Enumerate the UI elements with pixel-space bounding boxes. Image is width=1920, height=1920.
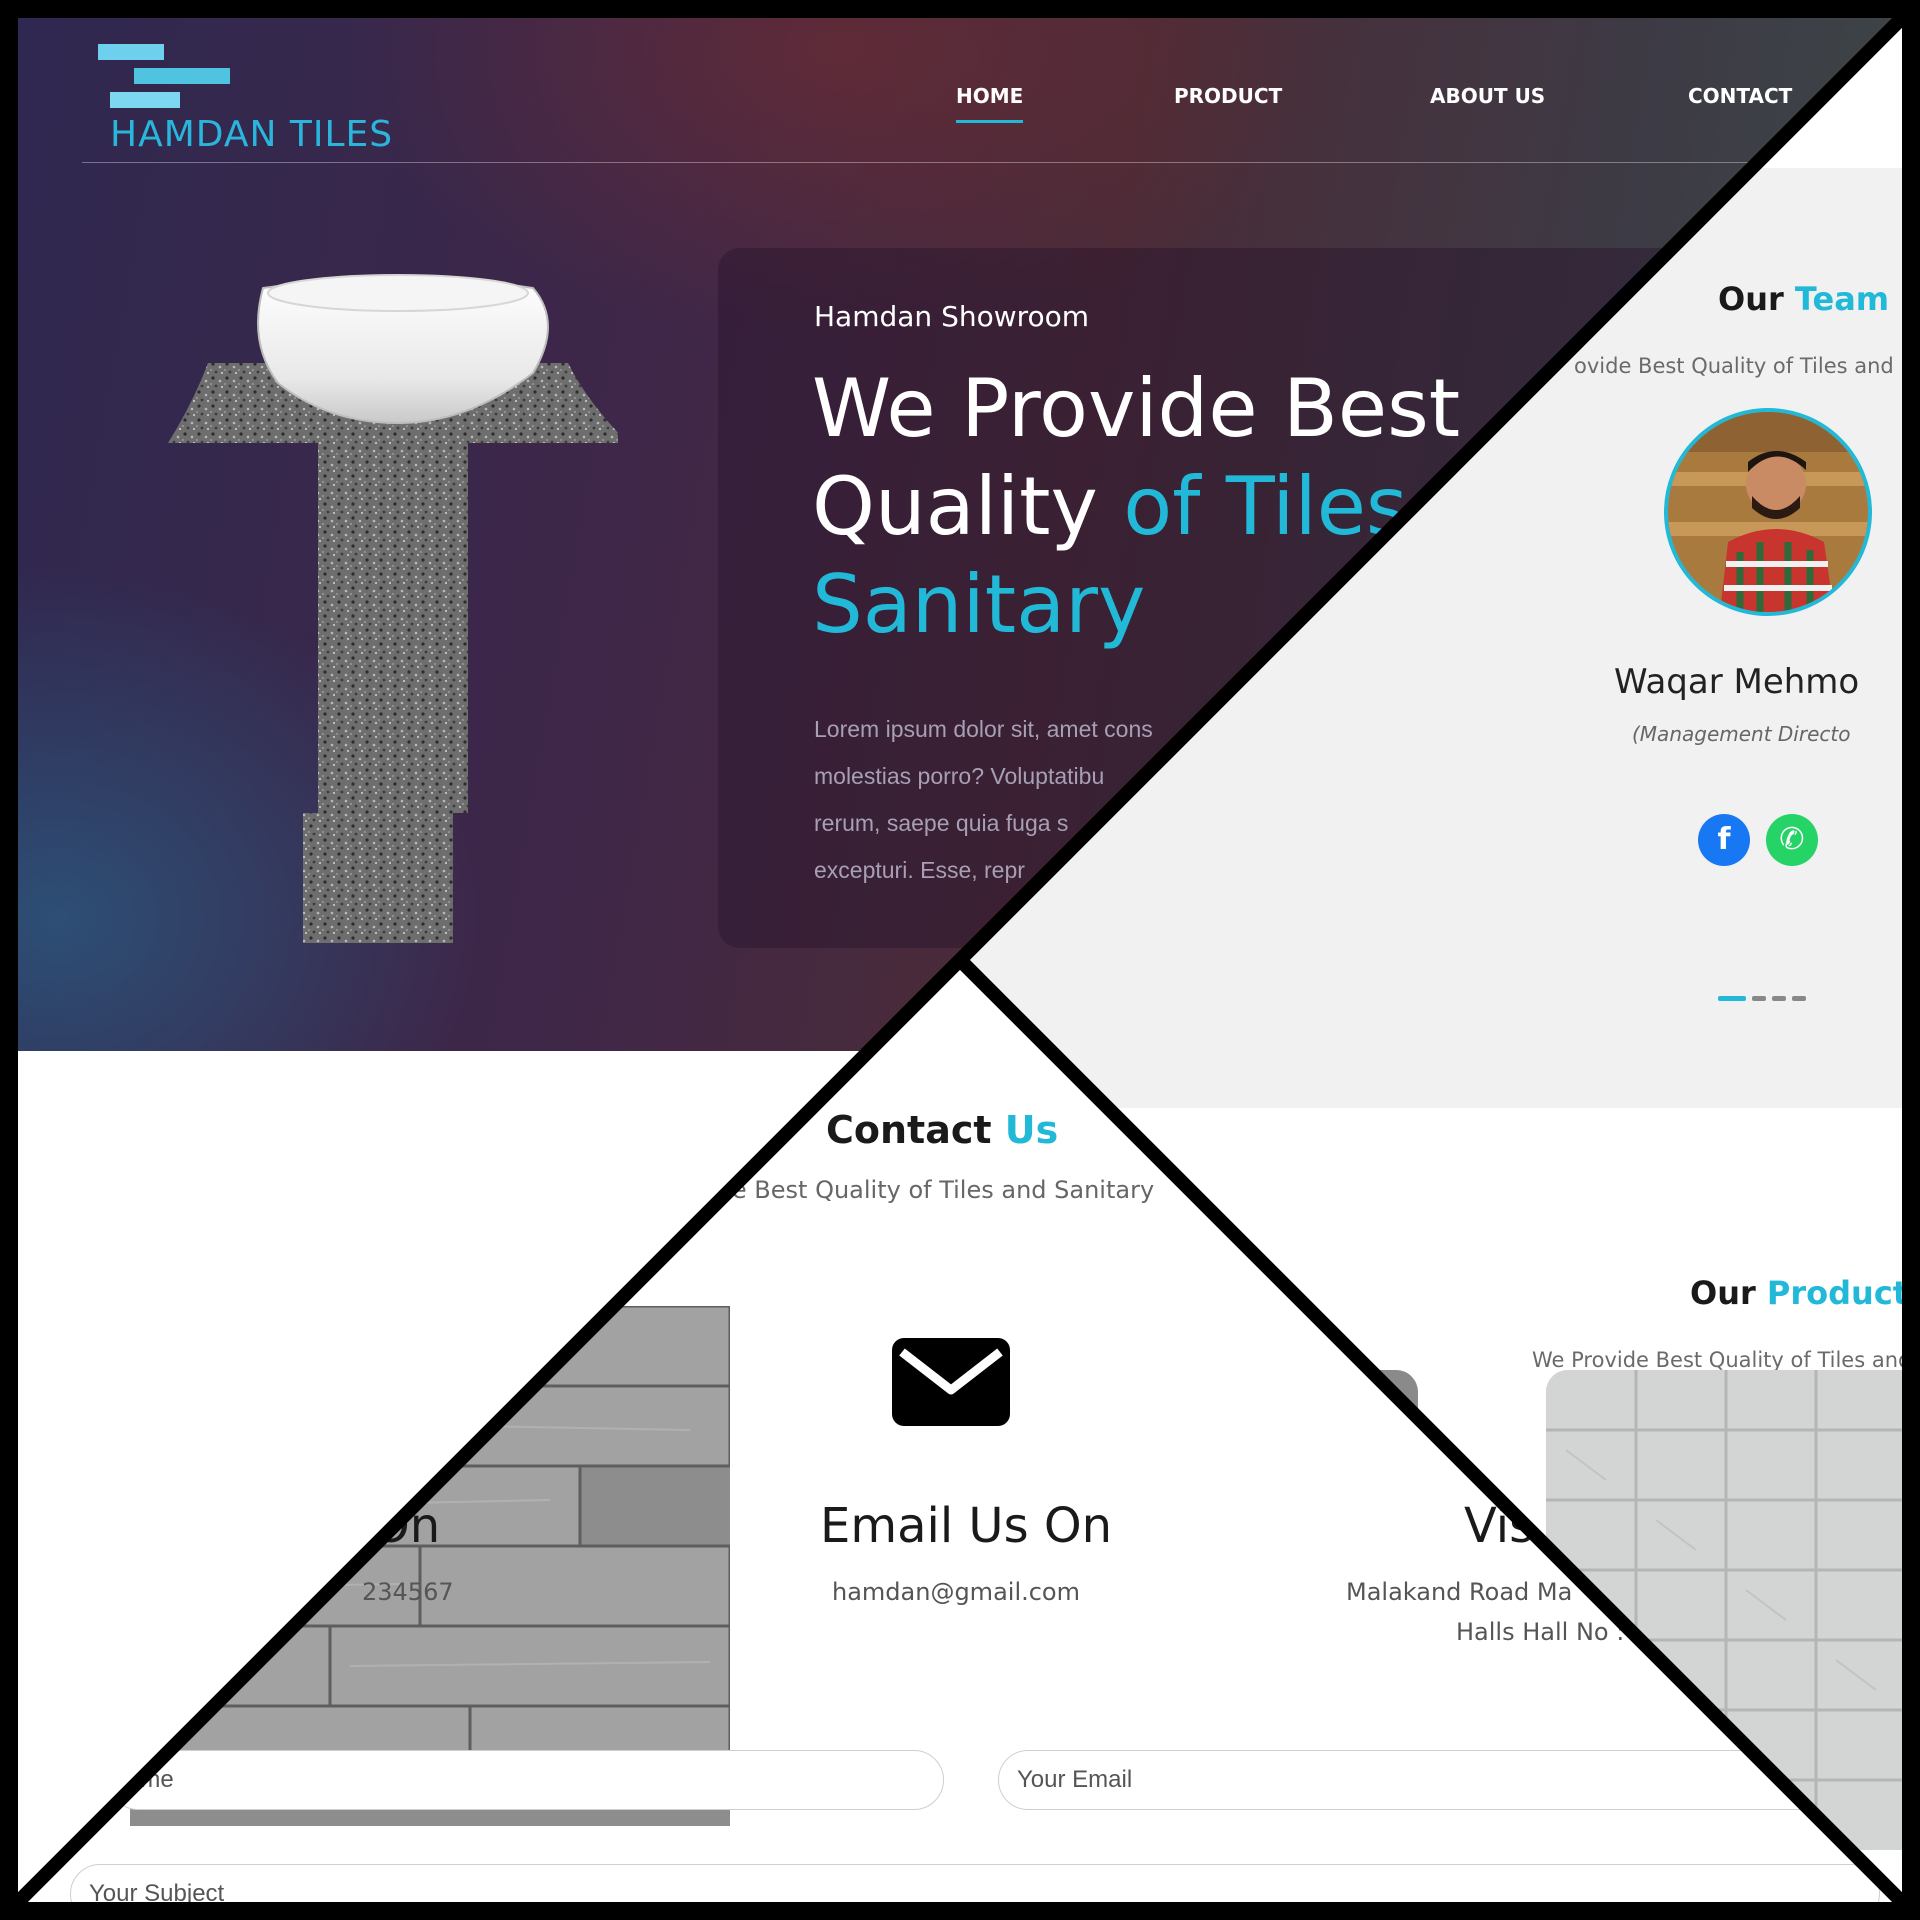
logo-mark-icon (98, 44, 230, 110)
hero-title-line-1: We Provide Best (812, 362, 1461, 455)
name-input[interactable] (108, 1750, 944, 1810)
team-heading-plain: Our (1718, 280, 1795, 318)
nav-contact[interactable]: CONTACT (1688, 84, 1792, 108)
carousel-dot-active[interactable] (1718, 996, 1746, 1001)
email-us-heading: Email Us On (820, 1498, 1113, 1554)
screenshot-collage: HAMDAN TILES HOME PRODUCT ABOUT US CONTA… (0, 0, 1920, 1920)
team-member-avatar (1664, 408, 1872, 616)
contact-heading: Contact Us (826, 1108, 1058, 1152)
email-us-value[interactable]: hamdan@gmail.com (832, 1578, 1080, 1606)
facebook-icon[interactable]: f (1698, 814, 1750, 866)
whatsapp-icon[interactable]: ✆ (1766, 814, 1818, 866)
team-subtitle: ovide Best Quality of Tiles and (1574, 354, 1894, 378)
hero-title-accent: of Tiles (1123, 460, 1408, 553)
team-member-name: Waqar Mehmo (1614, 662, 1860, 702)
visit-us-address-line: Halls Hall No : 1 (1456, 1618, 1648, 1646)
carousel-dot[interactable] (1792, 996, 1806, 1001)
header-divider (82, 162, 1862, 163)
visit-us-address-line: Malakand Road Ma (1346, 1578, 1573, 1606)
contact-subtitle: ide Best Quality of Tiles and Sanitary (710, 1176, 1155, 1204)
team-heading: Our Team (1718, 280, 1889, 318)
envelope-icon (892, 1338, 1010, 1426)
hero-title-line-2: Quality of Tiles (812, 458, 1460, 556)
products-heading-plain: Our (1690, 1274, 1767, 1312)
hero-subtitle: Hamdan Showroom (814, 300, 1090, 333)
products-subtitle: We Provide Best Quality of Tiles and (1532, 1348, 1902, 1372)
hero-title-plain: Quality (812, 460, 1124, 553)
carousel-dot[interactable] (1772, 996, 1786, 1001)
nav-home-label: HOME (956, 84, 1024, 108)
subject-input[interactable] (70, 1864, 1880, 1902)
facebook-glyph: f (1717, 822, 1731, 857)
carousel-dot[interactable] (1752, 996, 1766, 1001)
whatsapp-glyph: ✆ (1779, 822, 1805, 857)
nav-product[interactable]: PRODUCT (1174, 84, 1282, 108)
collage-frame: HAMDAN TILES HOME PRODUCT ABOUT US CONTA… (18, 18, 1902, 1902)
team-heading-accent: Team (1794, 280, 1890, 318)
team-member-role: (Management Directo (1632, 722, 1851, 746)
products-heading-accent: Products (1766, 1274, 1902, 1312)
nav-home[interactable]: HOME (956, 84, 1024, 123)
sink-pedestal-image (168, 274, 618, 943)
contact-heading-plain: Contact (826, 1108, 1005, 1152)
email-input[interactable] (998, 1750, 1858, 1810)
brand-name: HAMDAN TILES (110, 114, 394, 155)
contact-heading-accent: Us (1004, 1108, 1059, 1152)
products-heading: Our Products (1690, 1274, 1902, 1312)
call-us-value: 234567 (362, 1578, 454, 1606)
nav-about-us[interactable]: ABOUT US (1430, 84, 1545, 108)
nav-active-indicator (956, 120, 1024, 123)
